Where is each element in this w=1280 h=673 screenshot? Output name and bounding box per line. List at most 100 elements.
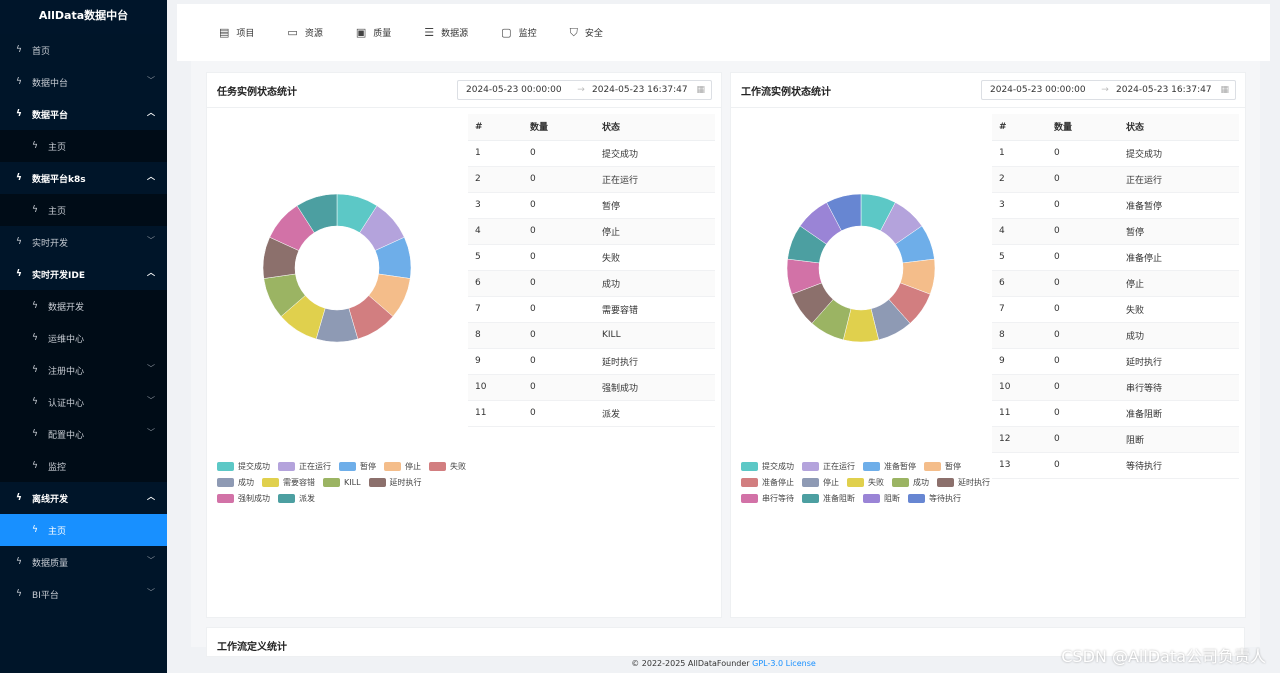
legend-item[interactable]: 提交成功 — [741, 458, 794, 474]
sidebar-item[interactable]: ϟ 配置中心 ﹀ — [0, 418, 167, 450]
calendar-icon: ▦ — [696, 85, 705, 95]
table-cell: 0 — [1047, 322, 1119, 349]
legend-item[interactable]: 准备阻断 — [802, 490, 855, 506]
legend-item[interactable]: 失败 — [429, 458, 466, 474]
sidebar-item-label: 认证中心 — [48, 398, 85, 409]
column-header: 数量 — [1047, 114, 1119, 141]
sidebar-item[interactable]: ϟ 监控 — [0, 450, 167, 482]
table-cell: 11 — [468, 400, 523, 427]
table-cell: 成功 — [595, 270, 715, 297]
table-header-row: # 数量 状态 — [992, 114, 1239, 141]
table-cell: 5 — [468, 244, 523, 271]
watermark: CSDN @AllData公司负责人 — [1061, 647, 1266, 666]
legend-item[interactable]: 停止 — [384, 458, 421, 474]
sidebar-item[interactable]: ϟ 数据中台 ﹀ — [0, 66, 167, 98]
legend-item[interactable]: 正在运行 — [802, 458, 855, 474]
legend-item[interactable]: 正在运行 — [278, 458, 331, 474]
legend-swatch — [924, 461, 941, 471]
sidebar-item-label: 数据开发 — [48, 302, 85, 313]
table-cell: 12 — [992, 426, 1047, 453]
range-start[interactable]: 2024-05-23 00:00:00 — [990, 85, 1094, 95]
sidebar-item[interactable]: ϟ 主页 — [0, 130, 167, 162]
table-row: 5 0 失败 — [468, 244, 715, 271]
legend-item[interactable]: 阻断 — [863, 490, 900, 506]
sidebar-item[interactable]: ϟ 首页 — [0, 34, 167, 66]
table-cell: 5 — [992, 244, 1047, 271]
sidebar-item[interactable]: ϟ 数据平台 ︿ — [0, 98, 167, 130]
legend-label: 停止 — [823, 477, 839, 487]
legend-item[interactable]: 暂停 — [339, 458, 376, 474]
legend-item[interactable]: 成功 — [892, 474, 929, 490]
sidebar-item-label: 注册中心 — [48, 366, 85, 377]
topnav-item[interactable]: ⛉ 安全 — [570, 26, 603, 40]
legend-swatch — [908, 493, 925, 503]
bolt-icon: ϟ — [16, 77, 22, 87]
topnav-item[interactable]: ▭ 资源 — [287, 26, 322, 39]
bolt-icon: ϟ — [32, 429, 38, 439]
table-cell: 0 — [1047, 348, 1119, 375]
sidebar-item[interactable]: ϟ 数据质量 ﹀ — [0, 546, 167, 578]
chevron-down-icon: ﹀ — [147, 396, 155, 405]
legend-swatch — [741, 477, 758, 487]
legend-swatch — [368, 477, 386, 487]
sidebar-item-label: 监控 — [48, 462, 67, 473]
legend-item[interactable]: 准备停止 — [741, 474, 794, 490]
legend-item[interactable]: 停止 — [802, 474, 839, 490]
bolt-icon: ϟ — [16, 237, 22, 247]
legend-item[interactable]: 成功 — [217, 474, 254, 490]
legend-item[interactable]: 暂停 — [924, 458, 961, 474]
legend-label: 准备停止 — [762, 477, 794, 487]
legend-item[interactable]: 失败 — [847, 474, 884, 490]
legend-label: 暂停 — [360, 461, 376, 471]
sidebar-item-label: 数据质量 — [32, 558, 69, 569]
table-cell: 10 — [992, 374, 1047, 401]
legend-item[interactable]: 延时执行 — [937, 474, 990, 490]
legend-item[interactable]: 延时执行 — [368, 474, 422, 490]
bolt-icon: ϟ — [32, 141, 38, 151]
sidebar-item[interactable]: ϟ 数据开发 — [0, 290, 167, 322]
bolt-icon: ϟ — [32, 301, 38, 311]
arrow-right-icon: → — [577, 85, 585, 95]
sidebar-item[interactable]: ϟ 实时开发IDE ︿ — [0, 258, 167, 290]
topnav-item[interactable]: ▢ 监控 — [501, 26, 536, 39]
sidebar-item[interactable]: ϟ 实时开发 ﹀ — [0, 226, 167, 258]
legend-label: 等待执行 — [929, 493, 961, 503]
date-range-picker[interactable]: 2024-05-23 00:00:00 → 2024-05-23 16:37:4… — [457, 80, 712, 100]
sidebar-item[interactable]: ϟ 数据平台k8s ︿ — [0, 162, 167, 194]
range-end[interactable]: 2024-05-23 16:37:47 — [1116, 85, 1220, 95]
legend-item[interactable]: 强制成功 — [217, 490, 270, 506]
legend-item[interactable]: 需要容错 — [262, 474, 315, 490]
sidebar-item[interactable]: ϟ 主页 — [0, 514, 167, 546]
bolt-icon: ϟ — [32, 365, 38, 375]
calendar-icon: ▦ — [1220, 85, 1229, 95]
legend-item[interactable]: KILL — [323, 474, 361, 490]
legend-item[interactable]: 准备暂停 — [863, 458, 916, 474]
legend-swatch — [892, 477, 909, 487]
topnav-item[interactable]: ▣ 质量 — [356, 26, 391, 39]
topnav-item[interactable]: ☰ 数据源 — [424, 26, 468, 39]
legend-swatch — [384, 461, 401, 471]
brand-title: AllData数据中台 — [0, 0, 167, 34]
legend-item[interactable]: 等待执行 — [908, 490, 961, 506]
sidebar-item[interactable]: ϟ 认证中心 ﹀ — [0, 386, 167, 418]
range-start[interactable]: 2024-05-23 00:00:00 — [466, 85, 570, 95]
sidebar-item[interactable]: ϟ 运维中心 — [0, 322, 167, 354]
table-header-row: # 数量 状态 — [468, 114, 715, 141]
range-end[interactable]: 2024-05-23 16:37:47 — [592, 85, 696, 95]
legend-label: 正在运行 — [823, 461, 855, 471]
date-range-picker[interactable]: 2024-05-23 00:00:00 → 2024-05-23 16:37:4… — [981, 80, 1236, 100]
topnav-item[interactable]: ▤ 项目 — [219, 26, 254, 39]
legend-item[interactable]: 派发 — [278, 490, 315, 506]
table-row: 7 0 需要容错 — [468, 296, 715, 323]
legend-item[interactable]: 提交成功 — [217, 458, 270, 474]
sidebar-item[interactable]: ϟ 注册中心 ﹀ — [0, 354, 167, 386]
table-row: 10 0 强制成功 — [468, 374, 715, 401]
license-link[interactable]: GPL-3.0 License — [752, 659, 816, 668]
sidebar-item[interactable]: ϟ 离线开发 ︿ — [0, 482, 167, 514]
chevron-up-icon: ︿ — [147, 492, 155, 501]
sidebar-item[interactable]: ϟ BI平台 ﹀ — [0, 578, 167, 610]
table-cell: 0 — [1047, 296, 1119, 323]
legend-item[interactable]: 串行等待 — [741, 490, 794, 506]
workflow-status-donut — [786, 193, 936, 343]
sidebar-item[interactable]: ϟ 主页 — [0, 194, 167, 226]
